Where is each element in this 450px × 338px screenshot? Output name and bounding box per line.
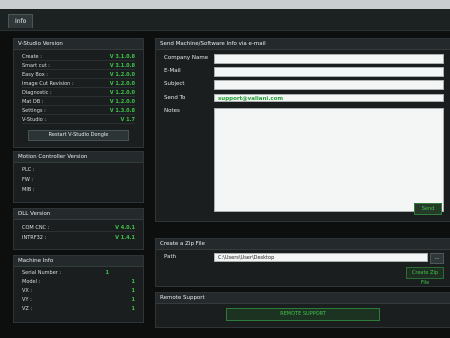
remote-support-button[interactable]: REMOTE SUPPORT (226, 308, 380, 321)
browse-button[interactable]: ... (430, 253, 444, 264)
panel-title: Remote Support (156, 293, 450, 304)
row-value: 1 (131, 306, 135, 312)
row-label: Serial Number : (22, 270, 62, 276)
company-name-input[interactable] (214, 54, 444, 64)
row-separator (22, 231, 135, 232)
company-label: Company Name (164, 55, 209, 61)
notes-textarea[interactable] (214, 108, 444, 212)
row-label: Model : (22, 279, 41, 285)
version-row-create: Create :V 3.1.0.8 (22, 53, 135, 61)
machine-row-model: Model : 1 (22, 278, 135, 286)
panel-title: Machine Info (14, 256, 143, 267)
dll-row-intrf32: INTRF32 : V 1.4.1 (22, 234, 135, 242)
row-value: 1 (105, 270, 109, 276)
version-row-vstudio: V-Studio :V 1.7 (22, 116, 135, 124)
sendto-input[interactable]: support@valiani.com (214, 94, 444, 102)
email-label: E-Mail (164, 68, 181, 74)
notes-label: Notes (164, 108, 180, 114)
sendto-row: Send To support@valiani.com (162, 93, 444, 103)
vstudio-version-panel: V-Studio Version Create :V 3.1.0.8 Smart… (13, 38, 144, 148)
motion-controller-panel: Motion Controller Version PLC : FW : MIB… (13, 151, 144, 203)
row-separator (22, 69, 135, 70)
row-value: 1 (131, 297, 135, 303)
company-row: Company Name (162, 53, 444, 64)
subject-label: Subject (164, 81, 185, 87)
row-label: MIB : (22, 187, 35, 193)
zip-panel: Create a Zip File Path C:\Users\User\Des… (155, 238, 450, 287)
version-row-smart-cut: Smart cut :V 3.1.0.8 (22, 62, 135, 70)
row-label: PLC : (22, 167, 35, 173)
tab-info[interactable]: Info (8, 14, 34, 28)
row-value: 1 (131, 279, 135, 285)
version-row-easy-box: Easy Box :V 1.2.0.0 (22, 71, 135, 79)
row-separator (22, 96, 135, 97)
create-zip-button[interactable]: Create Zip File (406, 267, 444, 286)
row-label: VZ : (22, 306, 33, 312)
row-label: VY : (22, 297, 32, 303)
row-separator (22, 60, 135, 61)
row-label: FW : (22, 177, 34, 183)
restart-dongle-button[interactable]: Restart V-Studio Dongle (28, 130, 129, 141)
row-separator (22, 105, 135, 106)
dll-row-com-cnc: COM CNC :V 4.0.1 (22, 224, 135, 232)
row-value: 1 (131, 288, 135, 294)
sendto-label: Send To (164, 95, 186, 101)
row-label: VX : (22, 288, 33, 294)
subject-input[interactable] (214, 80, 444, 90)
path-label: Path (164, 254, 177, 260)
machine-row-vy: VY : 1 (22, 296, 135, 304)
email-row: E-Mail (162, 66, 444, 77)
panel-title: Send Machine/Software Info via e-mail (156, 39, 450, 50)
panel-title: V-Studio Version (14, 39, 143, 50)
version-row-settings: Settings :V 1.3.0.8 (22, 107, 135, 115)
machine-info-panel: Machine Info Serial Number : 1 Model : 1 V… (13, 255, 144, 323)
remote-support-panel: Remote Support REMOTE SUPPORT (155, 292, 450, 328)
row-separator (22, 87, 135, 88)
tab-bar: Info (0, 9, 450, 31)
panel-title: DLL Version (14, 209, 143, 220)
subject-row: Subject (162, 79, 444, 90)
zip-path-input[interactable]: C:\Users\User\Desktop (214, 253, 428, 262)
machine-row-vx: VX : 1 (22, 287, 135, 295)
row-separator (22, 78, 135, 79)
machine-row-vz: VZ : 1 (22, 305, 135, 313)
version-row-image-cut: Image Cut Revision :V 1.2.0.0 (22, 80, 135, 88)
motion-row-plc: PLC : (22, 166, 135, 174)
email-panel: Send Machine/Software Info via e-mail Co… (155, 38, 450, 222)
panel-title: Motion Controller Version (14, 152, 143, 163)
machine-row-serial: Serial Number : 1 (22, 269, 135, 277)
email-field[interactable] (214, 67, 444, 77)
dll-version-panel: DLL Version COM CNC :V 4.0.1 INTRF32 : V … (13, 208, 144, 250)
version-row-mat-db: Mat DB :V 1.2.0.0 (22, 98, 135, 106)
send-button[interactable]: Send (414, 203, 442, 215)
row-separator (22, 114, 135, 115)
motion-row-fw: FW : (22, 176, 135, 184)
version-row-diagnostic: Diagnostic :V 1.2.0.0 (22, 89, 135, 97)
panel-title: Create a Zip File (156, 239, 450, 250)
window-title-strip (0, 0, 450, 9)
motion-row-mib: MIB : (22, 186, 135, 194)
row-separator (22, 123, 135, 124)
row-label: INTRF32 : (22, 235, 47, 241)
row-value: V 1.4.1 (115, 235, 135, 241)
